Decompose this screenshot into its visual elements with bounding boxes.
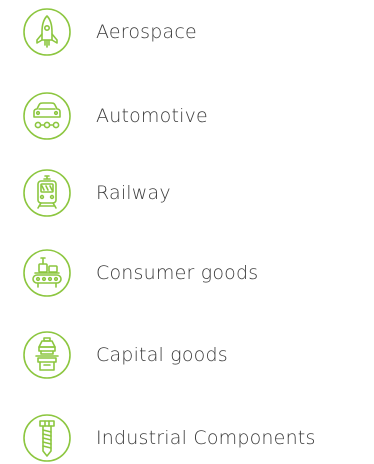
industry-item-railway[interactable]: Railway [22,167,367,219]
industry-item-consumer-goods[interactable]: Consumer goods [22,247,367,299]
industry-item-capital-goods[interactable]: Capital goods [22,329,367,381]
industry-item-automotive[interactable]: Automotive [22,90,367,142]
industry-label: Automotive [96,105,208,127]
industry-label: Capital goods [96,344,228,366]
industry-label: Industrial Components [96,427,316,449]
industry-label: Railway [96,182,171,204]
car-icon [22,91,72,141]
industry-label: Consumer goods [96,262,259,284]
bolt-icon [22,413,72,463]
industry-item-aerospace[interactable]: Aerospace [22,6,367,58]
industry-item-industrial-components[interactable]: Industrial Components [22,412,367,464]
press-machine-icon [22,330,72,380]
industry-label: Aerospace [96,21,197,43]
rocket-icon [22,7,72,57]
industries-list: Aerospace Automotive Railway Consumer go… [0,0,374,462]
conveyor-icon [22,248,72,298]
train-icon [22,168,72,218]
